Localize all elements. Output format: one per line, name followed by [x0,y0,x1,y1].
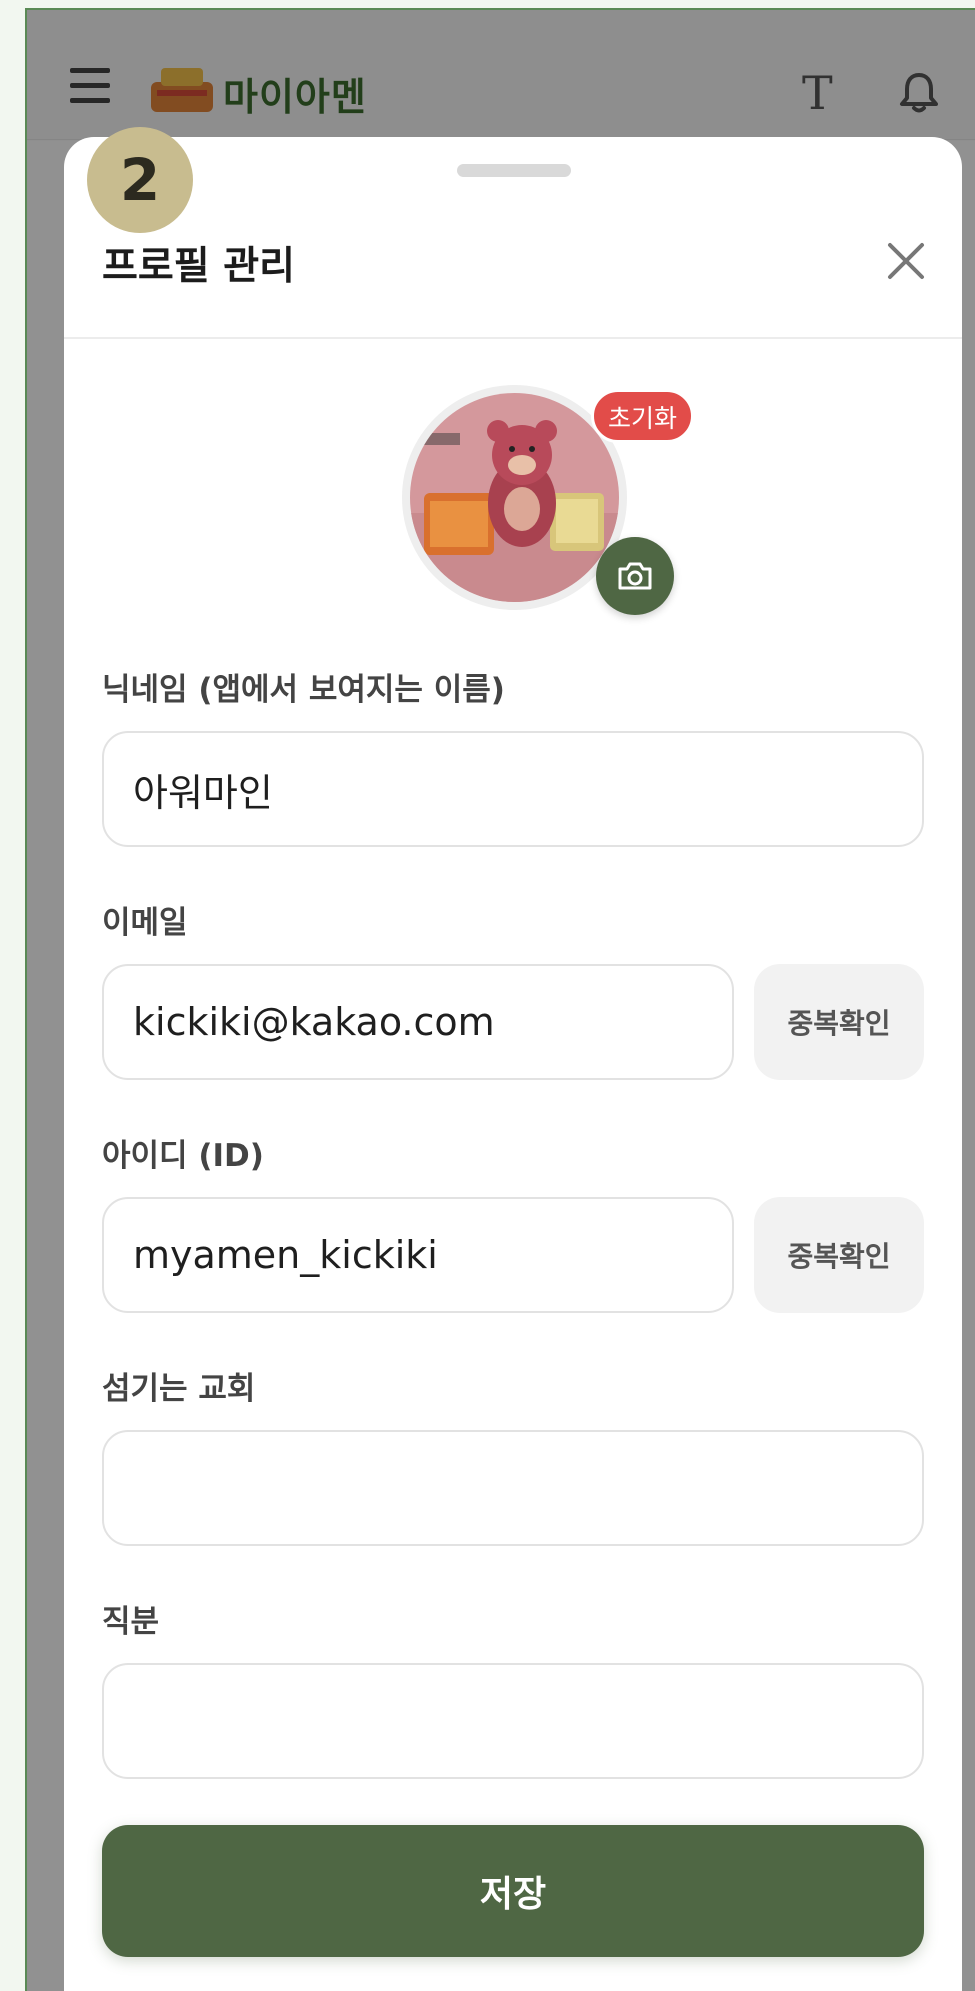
step-badge: 2 [87,127,193,233]
church-input[interactable] [102,1430,924,1546]
email-label: 이메일 [102,905,188,941]
sheet-grabber[interactable] [457,164,571,177]
profile-sheet: 프로필 관리 초기화 닉네임 (앱에서 보여지는 이름) 아워마인 이메일 ki… [64,137,962,1991]
position-label: 직분 [102,1604,160,1640]
position-input[interactable] [102,1663,924,1779]
avatar[interactable] [410,393,619,602]
id-value: myamen_kickiki [133,1233,438,1277]
id-label: 아이디 (ID) [102,1138,264,1174]
church-label: 섬기는 교회 [102,1371,256,1407]
email-duplicate-check-button[interactable]: 중복확인 [754,964,924,1080]
sheet-title: 프로필 관리 [102,244,295,289]
app-frame: 마이아멘 T 프로필 관리 초기화 닉네임 (앱에서 보여지는 이름) 아워마인… [25,8,975,1991]
nickname-label: 닉네임 (앱에서 보여지는 이름) [102,672,505,708]
id-input[interactable]: myamen_kickiki [102,1197,734,1313]
camera-icon [618,562,652,590]
email-value: kickiki@kakao.com [133,1000,495,1044]
id-duplicate-check-button[interactable]: 중복확인 [754,1197,924,1313]
save-button[interactable]: 저장 [102,1825,924,1957]
close-icon[interactable] [884,239,928,283]
reset-avatar-button[interactable]: 초기화 [591,389,695,443]
header-divider [64,337,962,339]
camera-button[interactable] [596,537,674,615]
email-input[interactable]: kickiki@kakao.com [102,964,734,1080]
nickname-value: 아워마인 [133,770,273,815]
nickname-input[interactable]: 아워마인 [102,731,924,847]
